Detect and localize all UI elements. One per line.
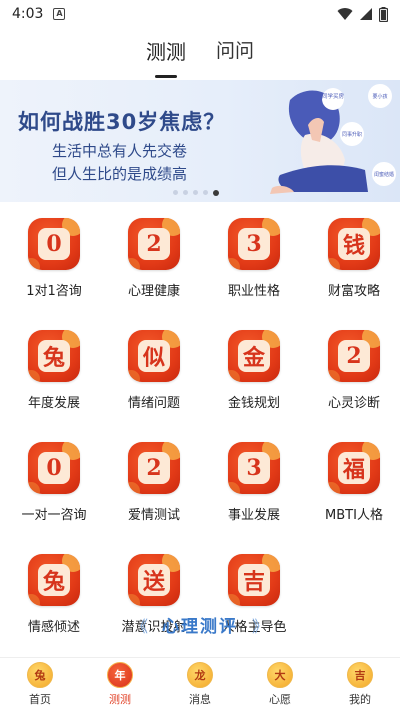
grid-item-wealth[interactable]: 钱财富攻略 <box>304 218 400 299</box>
bubble-classmate-house: 同学买房 <box>322 88 345 110</box>
wifi-icon <box>337 8 353 20</box>
profile-icon: 吉 <box>347 662 373 688</box>
section-header: 《 心理测评 》 <box>0 612 400 638</box>
nav-label: 首页 <box>29 693 51 706</box>
svg-text:同事升职: 同事升职 <box>342 131 362 138</box>
grid-item-label: 职业性格 <box>227 284 280 299</box>
nav-wishes[interactable]: 大 心愿 <box>240 658 320 712</box>
soul-icon: 2 <box>328 330 380 382</box>
career-icon: 3 <box>228 442 280 494</box>
banner-subtitle-line1: 生活中总有人先交卷 <box>52 142 188 160</box>
banner-pagination <box>173 189 219 196</box>
one-on-one-icon: 0 <box>28 442 80 494</box>
grid-item-label: 年度发展 <box>27 396 80 411</box>
bottom-nav: 兔 首页 年 测测 龙 消息 大 心愿 吉 我的 <box>0 657 400 712</box>
grid-item-label: 心灵诊断 <box>327 396 380 411</box>
grid-item-label: 事业发展 <box>227 508 280 523</box>
grid-item-mbti[interactable]: 福 MBTI人格 <box>304 442 400 523</box>
signal-icon <box>360 8 372 20</box>
section-title: 心理测评 <box>162 617 238 637</box>
dragon-message-icon: 龙 <box>187 662 213 688</box>
dominant-color-icon: 吉 <box>228 554 280 606</box>
subconscious-icon: 送 <box>128 554 180 606</box>
nav-profile[interactable]: 吉 我的 <box>320 658 400 712</box>
status-bar: 4:03 A <box>0 0 400 28</box>
nav-label: 心愿 <box>269 693 291 706</box>
svg-text:要小孩: 要小孩 <box>372 93 387 100</box>
confide-icon: 兔 <box>28 554 80 606</box>
svg-text:同学买房: 同学买房 <box>322 92 345 100</box>
chevron-left-icon: 《 <box>131 616 148 636</box>
grid-item-career-personality[interactable]: 3 职业性格 <box>204 218 304 299</box>
grid-item-soul[interactable]: 2 心灵诊断 <box>304 330 400 411</box>
nav-label: 测测 <box>109 693 131 706</box>
wish-icon: 大 <box>267 662 293 688</box>
grid-item-career[interactable]: 3 事业发展 <box>204 442 304 523</box>
anxious-woman-illustration: 同学买房 要小孩 同事升职 闺蜜结婚 <box>270 84 396 194</box>
grid-item-mental-health[interactable]: 2 心理健康 <box>104 218 204 299</box>
emotion-icon: 似 <box>128 330 180 382</box>
money-icon: 金 <box>228 330 280 382</box>
love-icon: 2 <box>128 442 180 494</box>
grid-item-label: 财富攻略 <box>327 284 380 299</box>
grid-item-label: MBTI人格 <box>325 508 383 523</box>
bubble-baby: 要小孩 <box>368 84 392 108</box>
nav-label: 我的 <box>349 693 371 706</box>
mental-health-icon: 2 <box>128 218 180 270</box>
status-indicators <box>337 6 388 22</box>
nav-label: 消息 <box>189 693 211 706</box>
service-grid: 0 1对1咨询 2 心理健康 3 职业性格 钱财富攻略 兔年度发展 似情绪问题 金金钱… <box>0 218 400 635</box>
wealth-icon: 钱 <box>328 218 380 270</box>
rabbit-home-icon: 兔 <box>27 662 53 688</box>
status-time: 4:03 <box>12 6 44 22</box>
top-tabs: 测测 问问 <box>0 32 400 72</box>
banner-title: 如何战胜30岁焦虑？ <box>18 110 226 134</box>
page-dot[interactable] <box>203 190 208 195</box>
page-dot[interactable] <box>173 190 178 195</box>
grid-item-label: 情绪问题 <box>127 396 180 411</box>
tab-test[interactable]: 测测 <box>146 32 186 72</box>
bubble-bestie-wedding: 闺蜜结婚 <box>372 162 396 186</box>
battery-icon <box>379 6 388 22</box>
svg-text:闺蜜结婚: 闺蜜结婚 <box>374 171 394 178</box>
page-dot-active[interactable] <box>213 189 219 196</box>
bubble-colleague-promotion: 同事升职 <box>340 122 364 146</box>
grid-item-label: 心理健康 <box>127 284 180 299</box>
grid-item-label: 1对1咨询 <box>26 284 82 299</box>
notification-icon: A <box>53 8 66 20</box>
yearly-icon: 兔 <box>28 330 80 382</box>
career-personality-icon: 3 <box>228 218 280 270</box>
nav-messages[interactable]: 龙 消息 <box>160 658 240 712</box>
nav-test[interactable]: 年 测测 <box>80 658 160 712</box>
promo-banner[interactable]: 如何战胜30岁焦虑？ 生活中总有人先交卷 但人生比的是成绩高 同学买房 要小孩 … <box>0 80 400 202</box>
chevron-right-icon: 》 <box>252 616 269 636</box>
page-dot[interactable] <box>193 190 198 195</box>
year-test-icon: 年 <box>107 662 133 688</box>
page-dot[interactable] <box>183 190 188 195</box>
grid-item-label: 金钱规划 <box>227 396 280 411</box>
nav-home[interactable]: 兔 首页 <box>0 658 80 712</box>
banner-subtitle-line2: 但人生比的是成绩高 <box>52 165 188 183</box>
grid-item-love[interactable]: 2 爱情测试 <box>104 442 204 523</box>
grid-item-label: 爱情测试 <box>127 508 180 523</box>
grid-item-consult[interactable]: 0 1对1咨询 <box>4 218 104 299</box>
grid-item-one-on-one[interactable]: 0 一对一咨询 <box>4 442 104 523</box>
grid-item-label: 一对一咨询 <box>21 508 87 523</box>
grid-item-money[interactable]: 金金钱规划 <box>204 330 304 411</box>
mbti-icon: 福 <box>328 442 380 494</box>
grid-item-emotion[interactable]: 似情绪问题 <box>104 330 204 411</box>
tab-ask[interactable]: 问问 <box>216 32 254 72</box>
grid-item-yearly[interactable]: 兔年度发展 <box>4 330 104 411</box>
consult-icon: 0 <box>28 218 80 270</box>
